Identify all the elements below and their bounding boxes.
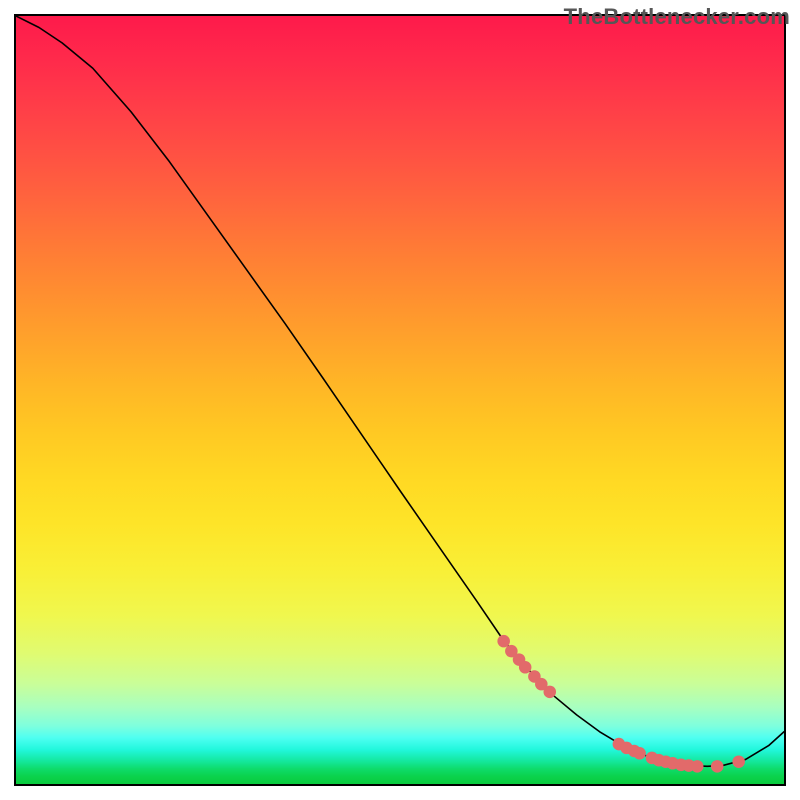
plot-area xyxy=(14,14,786,786)
data-point xyxy=(543,686,556,699)
bottleneck-curve-line xyxy=(16,16,784,766)
watermark-text: TheBottlenecker.com xyxy=(564,4,790,30)
data-point xyxy=(711,760,724,773)
data-point xyxy=(633,747,646,760)
data-point xyxy=(732,755,745,768)
data-point xyxy=(519,661,532,674)
data-point xyxy=(497,635,510,648)
chart-overlay-svg xyxy=(16,16,784,784)
data-point xyxy=(691,760,704,773)
chart-frame: TheBottlenecker.com xyxy=(0,0,800,800)
highlighted-points-group xyxy=(497,635,745,773)
